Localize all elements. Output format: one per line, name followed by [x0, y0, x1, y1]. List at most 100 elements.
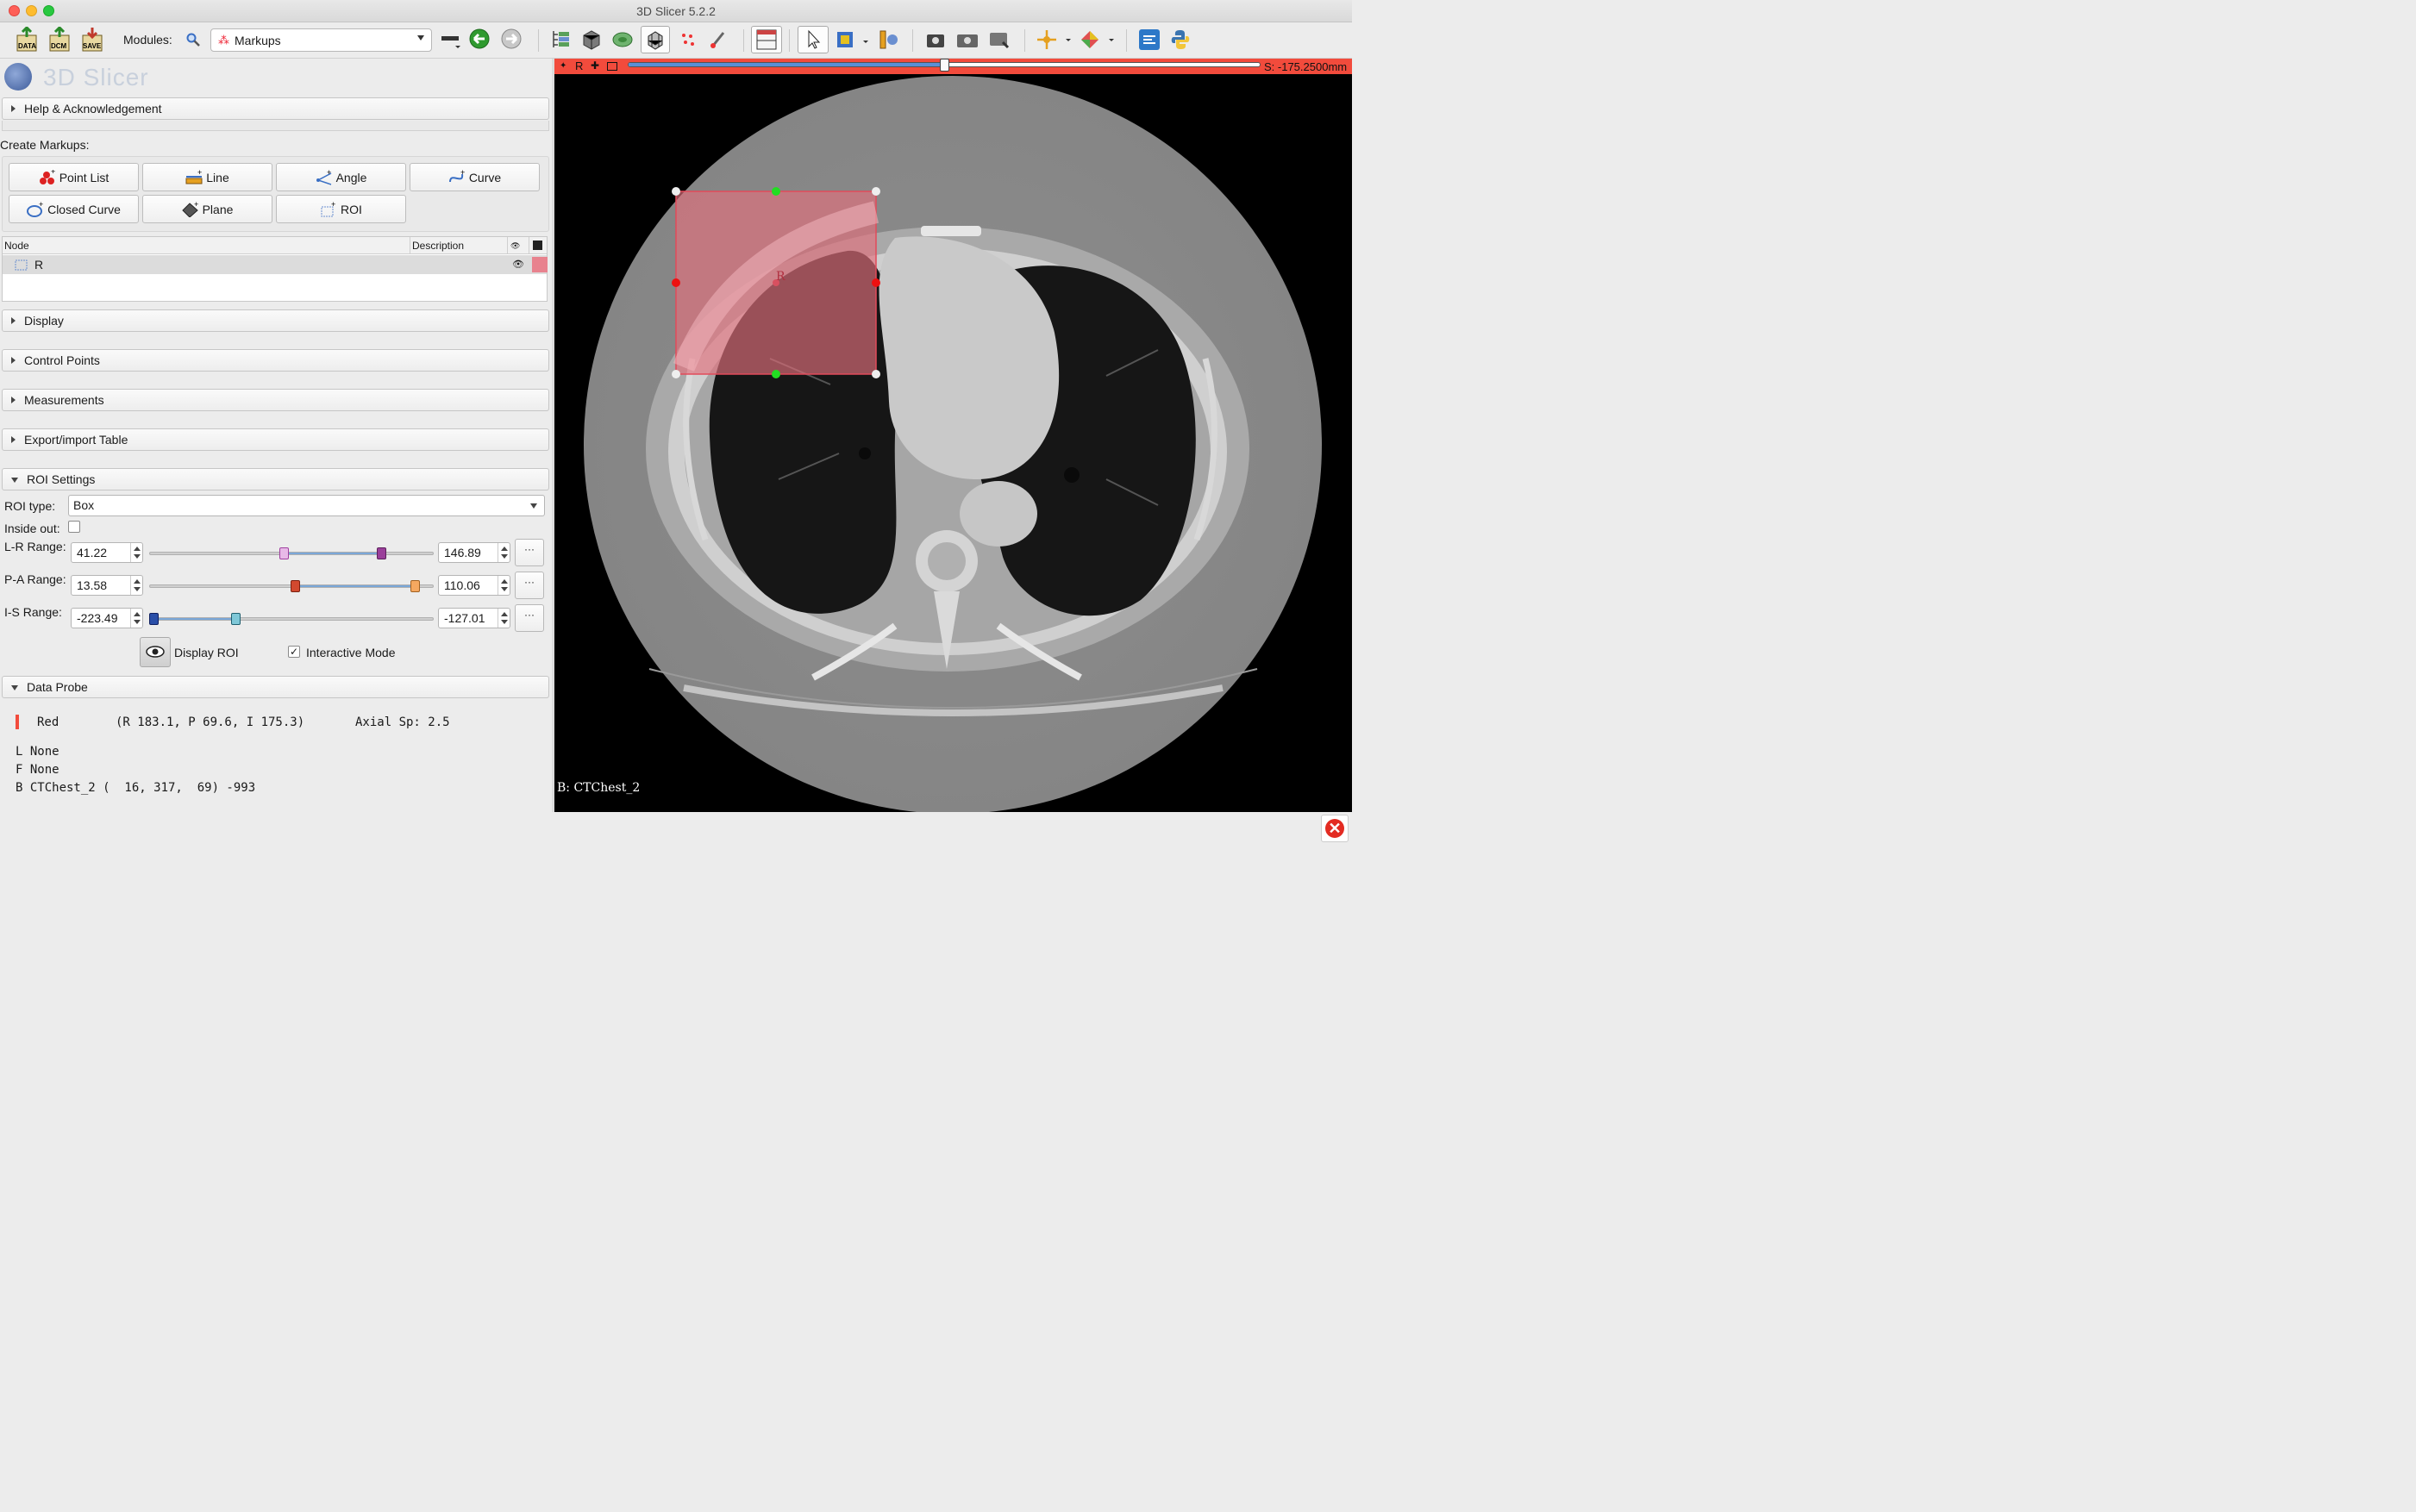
- slice-offset-readout: S: -175.2500mm: [1264, 60, 1348, 73]
- point-list-button[interactable]: + Point List: [9, 163, 139, 191]
- editor-module-button[interactable]: [707, 26, 731, 53]
- svg-text:SAVE: SAVE: [83, 42, 102, 50]
- slice-offset-handle[interactable]: [940, 59, 949, 72]
- ruler-button[interactable]: [876, 26, 900, 53]
- select-mode-button[interactable]: [798, 26, 829, 53]
- spin-arrows-icon[interactable]: [130, 543, 142, 562]
- ruler-icon: [879, 30, 898, 49]
- lr-min-spinbox[interactable]: 41.22: [71, 542, 143, 563]
- closed-curve-icon: +: [27, 202, 43, 217]
- maximize-view-icon[interactable]: [607, 62, 617, 71]
- scene-restore-icon: [990, 33, 1010, 49]
- node-column-header[interactable]: Node: [4, 240, 29, 252]
- pa-min-handle[interactable]: [291, 580, 300, 592]
- is-range-slider[interactable]: [149, 617, 434, 621]
- angle-button[interactable]: + Angle: [276, 163, 406, 191]
- python-console-button[interactable]: [1167, 26, 1193, 53]
- lr-max-handle[interactable]: [377, 547, 386, 559]
- pa-max-value: 110.06: [444, 578, 480, 592]
- display-roi-toggle[interactable]: [140, 637, 171, 667]
- spin-arrows-icon[interactable]: [498, 609, 510, 628]
- data-module-button[interactable]: [548, 26, 573, 53]
- inside-out-checkbox[interactable]: [68, 521, 80, 533]
- closed-curve-button[interactable]: + Closed Curve: [9, 195, 139, 223]
- window-level-button[interactable]: [835, 26, 869, 53]
- display-section-button[interactable]: Display: [2, 309, 549, 332]
- spin-arrows-icon[interactable]: [498, 576, 510, 595]
- is-range-label: I-S Range:: [4, 605, 62, 619]
- place-markup-button[interactable]: [1078, 26, 1117, 53]
- link-icon[interactable]: ✚: [591, 59, 599, 72]
- control-points-section-button[interactable]: Control Points: [2, 349, 549, 372]
- chevron-right-icon: [11, 397, 16, 403]
- eye-icon[interactable]: 👁: [512, 259, 524, 270]
- markups-module-button[interactable]: [676, 26, 700, 53]
- forward-button[interactable]: [500, 26, 524, 53]
- interactive-mode-label: Interactive Mode: [306, 646, 396, 659]
- svg-text:+: +: [331, 202, 335, 209]
- roi-type-select[interactable]: Box: [68, 495, 545, 516]
- svg-text:+: +: [327, 170, 331, 177]
- line-button[interactable]: + Line: [142, 163, 272, 191]
- save-button[interactable]: SAVE: [79, 26, 105, 53]
- lr-min-handle[interactable]: [279, 547, 289, 559]
- chevron-down-icon: [530, 503, 537, 509]
- spin-arrows-icon[interactable]: [130, 609, 142, 628]
- help-section-label: Help & Acknowledgement: [24, 102, 162, 116]
- crosshair-button[interactable]: [1035, 26, 1074, 53]
- spin-arrows-icon[interactable]: [130, 576, 142, 595]
- is-max-spinbox[interactable]: -127.01: [438, 608, 510, 628]
- module-search-icon[interactable]: [186, 33, 200, 47]
- extensions-button[interactable]: [1136, 26, 1162, 53]
- error-log-button[interactable]: ✕: [1321, 815, 1349, 842]
- lr-range-slider[interactable]: [149, 552, 434, 555]
- scene-view-button[interactable]: [954, 26, 981, 53]
- red-slice-view[interactable]: R: [554, 74, 1352, 812]
- interactive-mode-checkbox[interactable]: ✓: [288, 646, 300, 658]
- models-module-button[interactable]: [610, 26, 635, 53]
- svg-text:+: +: [460, 170, 465, 177]
- visibility-column-icon[interactable]: 👁: [510, 241, 520, 251]
- module-selector[interactable]: ⁂ Markups: [210, 28, 432, 52]
- pa-min-spinbox[interactable]: 13.58: [71, 575, 143, 596]
- roi-settings-section-button[interactable]: ROI Settings: [2, 468, 549, 490]
- lr-more-button[interactable]: ···: [515, 539, 544, 566]
- toolbar-separator: [1024, 29, 1025, 52]
- color-column-icon[interactable]: [533, 241, 542, 250]
- volumes-module-button[interactable]: [579, 26, 604, 53]
- help-section-button[interactable]: Help & Acknowledgement: [2, 97, 549, 120]
- toolbar-separator: [912, 29, 913, 52]
- layout-button[interactable]: [751, 26, 782, 53]
- spin-arrows-icon[interactable]: [498, 543, 510, 562]
- slicer-logo-icon: [4, 63, 32, 91]
- plane-button[interactable]: + Plane: [142, 195, 272, 223]
- data-probe-section-button[interactable]: Data Probe: [2, 676, 549, 698]
- lr-max-spinbox[interactable]: 146.89: [438, 542, 510, 563]
- roi-button[interactable]: + ROI: [276, 195, 406, 223]
- is-more-button[interactable]: ···: [515, 604, 544, 632]
- back-button[interactable]: [468, 26, 492, 53]
- node-row-r[interactable]: R 👁: [3, 255, 548, 274]
- node-color-swatch[interactable]: [532, 257, 548, 272]
- scene-restore-button[interactable]: [986, 26, 1014, 53]
- pa-max-spinbox[interactable]: 110.06: [438, 575, 510, 596]
- markups-node-table: Node Description 👁 R 👁: [2, 236, 548, 302]
- dicom-button[interactable]: DCM: [47, 26, 72, 53]
- curve-button[interactable]: + Curve: [410, 163, 540, 191]
- measurements-section-button[interactable]: Measurements: [2, 389, 549, 411]
- is-max-handle[interactable]: [231, 613, 241, 625]
- load-data-button[interactable]: DATA: [14, 26, 40, 53]
- background-volume-label: B: CTChest_2: [557, 781, 641, 795]
- is-min-handle[interactable]: [149, 613, 159, 625]
- transforms-module-button[interactable]: [641, 26, 670, 53]
- screenshot-button[interactable]: [923, 26, 948, 53]
- description-column-header[interactable]: Description: [412, 240, 464, 252]
- svg-text:DCM: DCM: [51, 42, 67, 50]
- is-min-spinbox[interactable]: -223.49: [71, 608, 143, 628]
- node-row-name[interactable]: R: [34, 258, 43, 272]
- pa-more-button[interactable]: ···: [515, 572, 544, 599]
- module-history-button[interactable]: [440, 26, 462, 53]
- pa-max-handle[interactable]: [410, 580, 420, 592]
- export-import-section-button[interactable]: Export/import Table: [2, 428, 549, 451]
- pin-icon[interactable]: ✦: [560, 61, 566, 71]
